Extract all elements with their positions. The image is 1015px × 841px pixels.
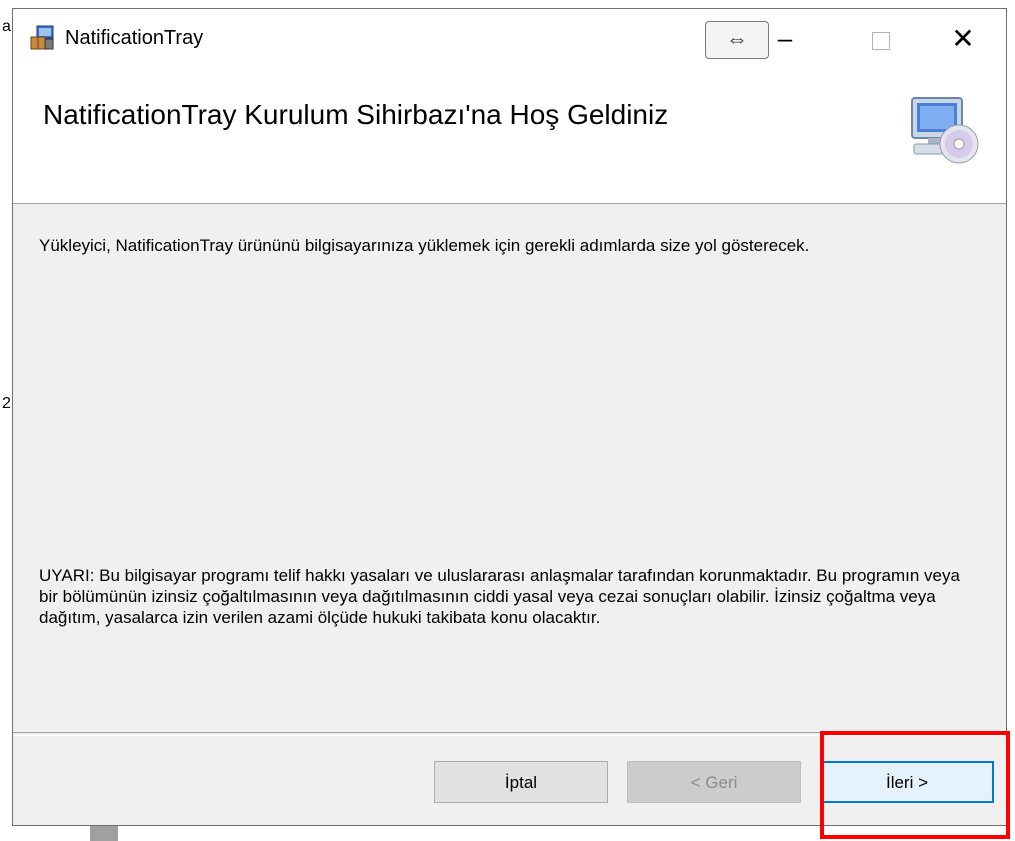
background-window-fragment: a xyxy=(2,18,11,35)
background-scrollbar xyxy=(90,826,118,841)
setup-computer-cd-icon xyxy=(906,94,980,168)
installer-app-icon xyxy=(27,23,57,53)
copyright-warning-text: UYARI: Bu bilgisayar programı telif hakk… xyxy=(39,566,960,627)
minimize-button[interactable]: – xyxy=(765,23,805,59)
cancel-button[interactable]: İptal xyxy=(434,761,608,803)
maximize-button[interactable] xyxy=(861,23,901,59)
welcome-text: Yükleyici, NatificationTray ürününü bilg… xyxy=(39,236,810,255)
maximize-icon xyxy=(872,32,890,50)
back-button[interactable]: < Geri xyxy=(627,761,801,803)
wizard-header: NatificationTray Kurulum Sihirbazı'na Ho… xyxy=(13,69,1006,204)
title-bar[interactable]: NatificationTray ⇔ – ✕ xyxy=(13,9,1006,69)
close-button[interactable]: ✕ xyxy=(943,23,983,59)
window-title: NatificationTray xyxy=(65,27,204,49)
resize-arrows-button[interactable]: ⇔ xyxy=(705,21,769,59)
page-title: NatificationTray Kurulum Sihirbazı'na Ho… xyxy=(43,99,669,130)
highlight-box xyxy=(820,731,1010,839)
installer-window: NatificationTray ⇔ – ✕ NatificationTray … xyxy=(12,8,1007,826)
